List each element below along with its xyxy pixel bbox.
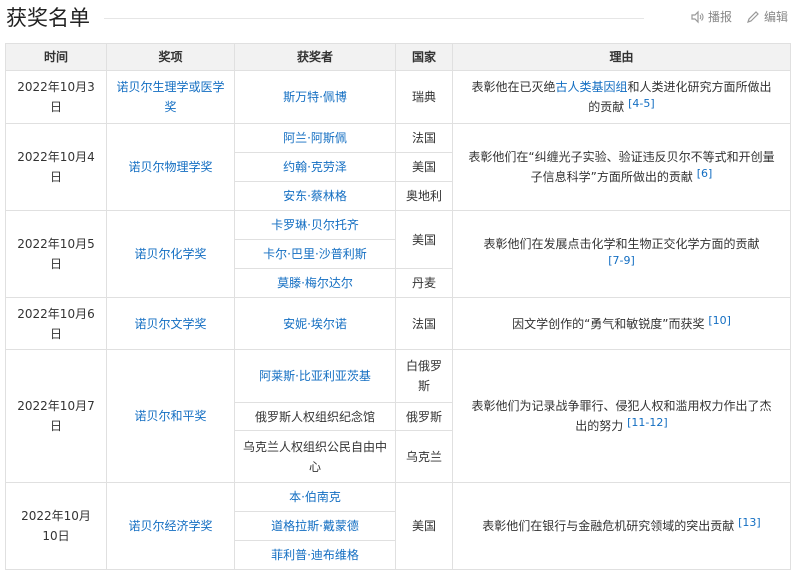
- laureate-link[interactable]: 安妮·埃尔诺: [283, 317, 347, 331]
- country-cell: 美国: [395, 482, 453, 570]
- prize-cell: 诺贝尔文学奖: [106, 297, 235, 350]
- country-cell: 美国: [395, 152, 453, 182]
- laureate-cell: 阿兰·阿斯佩: [234, 123, 396, 153]
- date-cell: 2022年10月7日: [5, 349, 107, 483]
- laureate-link[interactable]: 斯万特·佩博: [283, 90, 347, 104]
- laureate-cell: 阿莱斯·比亚利亚茨基: [234, 349, 396, 403]
- reference-link[interactable]: [13]: [738, 516, 761, 529]
- table-row: 2022年10月5日 诺贝尔化学奖 卡罗琳·贝尔托齐 美国 表彰他们在发展点击化…: [5, 210, 791, 298]
- header-reason: 理由: [452, 43, 791, 71]
- play-label: 播报: [707, 10, 732, 24]
- reference-link[interactable]: [6]: [697, 167, 713, 180]
- reason-text: 表彰他们在“纠缠光子实验、验证违反贝尔不等式和开创量子信息科学”方面所做出的贡献: [468, 150, 775, 184]
- country-cell: 法国: [395, 297, 453, 350]
- country-cell: 瑞典: [395, 70, 453, 124]
- header-country: 国家: [395, 43, 453, 71]
- reason-cell: 表彰他们在“纠缠光子实验、验证违反贝尔不等式和开创量子信息科学”方面所做出的贡献…: [452, 123, 791, 211]
- prize-cell: 诺贝尔经济学奖: [106, 482, 235, 570]
- edit-button[interactable]: 编辑: [746, 8, 788, 25]
- date-cell: 2022年10月10日: [5, 482, 107, 570]
- reason-text: 因文学创作的“勇气和敏锐度”而获奖: [512, 316, 705, 331]
- laureate-cell: 安妮·埃尔诺: [234, 297, 396, 350]
- table-row: 2022年10月7日 诺贝尔和平奖 阿莱斯·比亚利亚茨基 白俄罗斯 表彰他们为记…: [5, 349, 791, 483]
- prize-cell: 诺贝尔生理学或医学奖: [106, 70, 235, 124]
- laureate-link[interactable]: 阿莱斯·比亚利亚茨基: [259, 369, 371, 383]
- laureate-cell: 卡尔·巴里·沙普利斯: [234, 239, 396, 269]
- country-cell: 俄罗斯: [395, 402, 453, 431]
- laureate-cell: 安东·蔡林格: [234, 181, 396, 211]
- laureate-cell: 道格拉斯·戴蒙德: [234, 511, 396, 541]
- speaker-icon: [691, 10, 704, 23]
- prize-link[interactable]: 诺贝尔生理学或医学奖: [116, 80, 224, 114]
- header-prize: 奖项: [106, 43, 235, 71]
- prize-link[interactable]: 诺贝尔经济学奖: [128, 519, 212, 533]
- reason-text: 表彰他在已灭绝: [471, 80, 556, 94]
- date-cell: 2022年10月3日: [5, 70, 107, 124]
- laureates-table: 时间 奖项 获奖者 国家 理由 2022年10月3日 诺贝尔生理学或医学奖 斯万…: [5, 43, 791, 570]
- laureate-link[interactable]: 菲利普·迪布维格: [271, 548, 359, 562]
- reason-cell: 因文学创作的“勇气和敏锐度”而获奖 [10]: [452, 297, 791, 350]
- reference-link[interactable]: [10]: [708, 314, 731, 327]
- play-button[interactable]: 播报: [690, 8, 732, 25]
- prize-cell: 诺贝尔化学奖: [106, 210, 235, 298]
- header-date: 时间: [5, 43, 107, 71]
- country-cell: 白俄罗斯: [395, 349, 453, 403]
- prize-cell: 诺贝尔物理学奖: [106, 123, 235, 211]
- laureate-cell: 约翰·克劳泽: [234, 152, 396, 182]
- reason-text: 表彰他们在银行与金融危机研究领域的突出贡献: [482, 519, 735, 533]
- laureate-link[interactable]: 道格拉斯·戴蒙德: [271, 519, 359, 533]
- laureate-link[interactable]: 卡罗琳·贝尔托齐: [271, 218, 359, 232]
- reason-text: 表彰他们为记录战争罪行、侵犯人权和滥用权力作出了杰出的努力: [471, 399, 772, 433]
- reason-cell: 表彰他在已灭绝古人类基因组和人类进化研究方面所做出的贡献 [4-5]: [452, 70, 791, 124]
- reason-link[interactable]: 古人类基因组: [555, 80, 627, 94]
- country-cell: 美国: [395, 210, 453, 269]
- laureate-cell: 俄罗斯人权组织纪念馆: [234, 402, 396, 431]
- country-cell: 乌克兰: [395, 430, 453, 483]
- header-laureate: 获奖者: [234, 43, 396, 71]
- country-cell: 奥地利: [395, 181, 453, 211]
- laureate-cell: 本·伯南克: [234, 482, 396, 512]
- table-row: 2022年10月6日 诺贝尔文学奖 安妮·埃尔诺 法国 因文学创作的“勇气和敏锐…: [5, 297, 791, 350]
- reference-link[interactable]: [4-5]: [628, 97, 655, 110]
- laureate-link[interactable]: 阿兰·阿斯佩: [283, 131, 347, 145]
- reason-text: 表彰他们在发展点击化学和生物正交化学方面的贡献: [483, 237, 760, 251]
- date-cell: 2022年10月5日: [5, 210, 107, 298]
- table-row: 2022年10月4日 诺贝尔物理学奖 阿兰·阿斯佩 法国 表彰他们在“纠缠光子实…: [5, 123, 791, 211]
- section-header: 获奖名单 播报 编辑: [0, 0, 794, 40]
- date-cell: 2022年10月6日: [5, 297, 107, 350]
- reference-link[interactable]: [11-12]: [627, 416, 668, 429]
- laureate-cell: 莫滕·梅尔达尔: [234, 268, 396, 298]
- laureate-link[interactable]: 卡尔·巴里·沙普利斯: [263, 247, 367, 261]
- prize-link[interactable]: 诺贝尔物理学奖: [128, 160, 212, 174]
- edit-label: 编辑: [763, 10, 788, 24]
- laureate-cell: 菲利普·迪布维格: [234, 540, 396, 570]
- table-row: 2022年10月3日 诺贝尔生理学或医学奖 斯万特·佩博 瑞典 表彰他在已灭绝古…: [5, 70, 791, 124]
- reason-cell: 表彰他们在发展点击化学和生物正交化学方面的贡献 [7-9]: [452, 210, 791, 298]
- reason-cell: 表彰他们为记录战争罪行、侵犯人权和滥用权力作出了杰出的努力 [11-12]: [452, 349, 791, 483]
- laureate-link[interactable]: 约翰·克劳泽: [283, 160, 347, 174]
- pencil-icon: [747, 10, 759, 23]
- laureate-cell: 卡罗琳·贝尔托齐: [234, 210, 396, 240]
- laureate-cell: 斯万特·佩博: [234, 70, 396, 124]
- table-header-row: 时间 奖项 获奖者 国家 理由: [5, 43, 791, 71]
- title-divider: [104, 18, 644, 19]
- prize-link[interactable]: 诺贝尔化学奖: [134, 247, 206, 261]
- section-actions: 播报 编辑: [690, 8, 788, 25]
- laureate-link[interactable]: 安东·蔡林格: [283, 189, 347, 203]
- section-title: 获奖名单: [6, 6, 90, 30]
- reference-link[interactable]: [7-9]: [608, 254, 635, 267]
- date-cell: 2022年10月4日: [5, 123, 107, 211]
- laureate-link[interactable]: 莫滕·梅尔达尔: [277, 276, 353, 290]
- country-cell: 法国: [395, 123, 453, 153]
- prize-cell: 诺贝尔和平奖: [106, 349, 235, 483]
- prize-link[interactable]: 诺贝尔和平奖: [134, 409, 206, 423]
- table-row: 2022年10月10日 诺贝尔经济学奖 本·伯南克 美国 表彰他们在银行与金融危…: [5, 482, 791, 570]
- prize-link[interactable]: 诺贝尔文学奖: [134, 317, 206, 331]
- laureate-cell: 乌克兰人权组织公民自由中心: [234, 430, 396, 483]
- reason-cell: 表彰他们在银行与金融危机研究领域的突出贡献 [13]: [452, 482, 791, 570]
- country-cell: 丹麦: [395, 268, 453, 298]
- laureate-link[interactable]: 本·伯南克: [289, 490, 341, 504]
